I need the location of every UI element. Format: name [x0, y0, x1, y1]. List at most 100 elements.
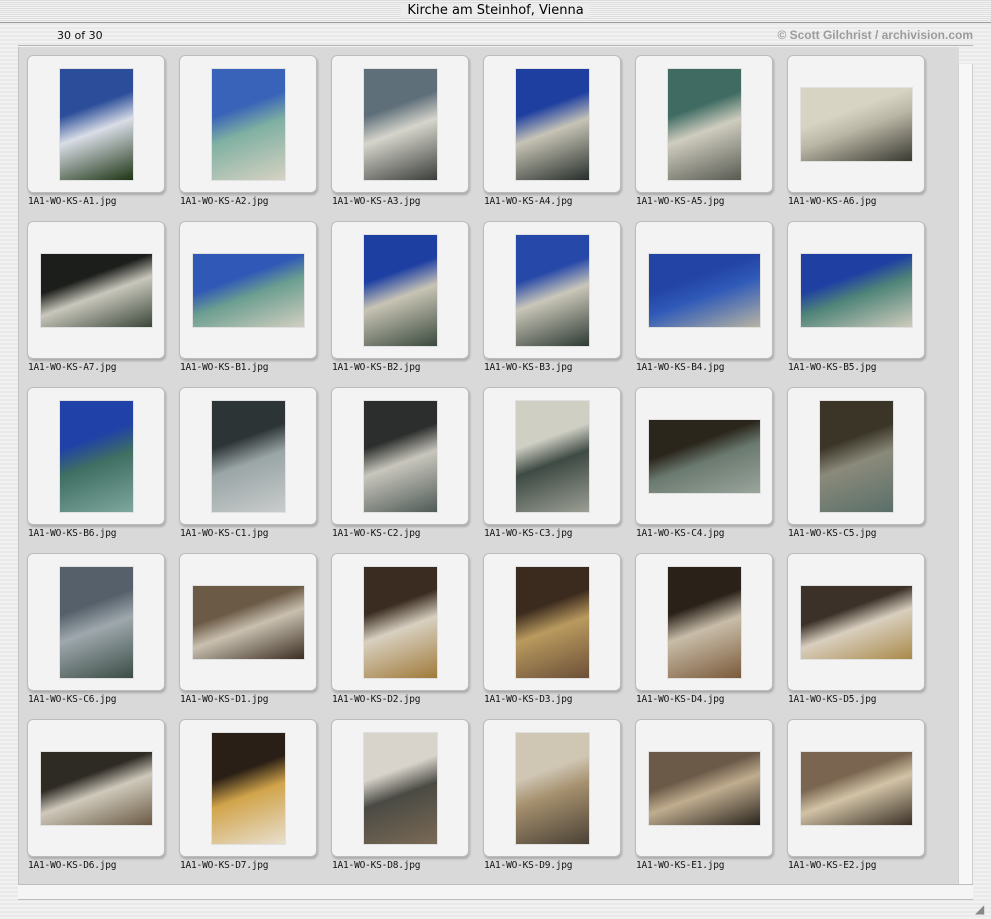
slide-mount[interactable]	[483, 387, 621, 525]
slide-filename: 1A1-WO-KS-D7.jpg	[180, 860, 269, 871]
slide-mount[interactable]	[635, 387, 773, 525]
photo-thumbnail[interactable]	[60, 69, 133, 180]
slide-mount[interactable]	[483, 719, 621, 857]
slide-mount[interactable]	[483, 55, 621, 193]
slide-cell[interactable]: 1A1-WO-KS-D6.jpg	[20, 713, 172, 876]
slide-mount[interactable]	[635, 553, 773, 691]
slide-mount[interactable]	[179, 387, 317, 525]
photo-thumbnail[interactable]	[649, 752, 760, 825]
photo-thumbnail[interactable]	[364, 69, 437, 180]
slide-mount[interactable]	[27, 387, 165, 525]
slide-cell[interactable]: 1A1-WO-KS-D9.jpg	[476, 713, 628, 876]
photo-thumbnail[interactable]	[60, 567, 133, 678]
photo-thumbnail[interactable]	[41, 752, 152, 825]
slide-mount[interactable]	[331, 221, 469, 359]
slide-mount[interactable]	[635, 221, 773, 359]
photo-thumbnail[interactable]	[649, 420, 760, 493]
slide-mount[interactable]	[27, 719, 165, 857]
slide-cell[interactable]: 1A1-WO-KS-A5.jpg	[628, 49, 780, 212]
photo-thumbnail[interactable]	[212, 401, 285, 512]
slide-cell[interactable]: 1A1-WO-KS-B1.jpg	[172, 215, 324, 378]
slide-filename: 1A1-WO-KS-C2.jpg	[332, 528, 421, 539]
slide-filename: 1A1-WO-KS-D5.jpg	[788, 694, 877, 705]
photo-thumbnail[interactable]	[801, 586, 912, 659]
photo-thumbnail[interactable]	[60, 401, 133, 512]
slide-cell[interactable]: 1A1-WO-KS-D3.jpg	[476, 547, 628, 710]
resize-grip-icon[interactable]: ◢	[975, 903, 987, 915]
slide-cell[interactable]: 1A1-WO-KS-A3.jpg	[324, 49, 476, 212]
slide-mount[interactable]	[27, 221, 165, 359]
slide-mount[interactable]	[179, 55, 317, 193]
photo-thumbnail[interactable]	[364, 733, 437, 844]
slide-cell[interactable]: 1A1-WO-KS-B4.jpg	[628, 215, 780, 378]
slide-cell[interactable]: 1A1-WO-KS-A2.jpg	[172, 49, 324, 212]
slide-mount[interactable]	[331, 553, 469, 691]
slide-mount[interactable]	[179, 553, 317, 691]
photo-thumbnail[interactable]	[801, 254, 912, 327]
slide-cell[interactable]: 1A1-WO-KS-D7.jpg	[172, 713, 324, 876]
slide-cell[interactable]: 1A1-WO-KS-B5.jpg	[780, 215, 932, 378]
photo-thumbnail[interactable]	[193, 254, 304, 327]
photo-thumbnail[interactable]	[41, 254, 152, 327]
slide-cell[interactable]: 1A1-WO-KS-A6.jpg	[780, 49, 932, 212]
photo-thumbnail[interactable]	[193, 586, 304, 659]
slide-cell[interactable]: 1A1-WO-KS-D4.jpg	[628, 547, 780, 710]
slide-cell[interactable]: 1A1-WO-KS-A4.jpg	[476, 49, 628, 212]
photo-thumbnail[interactable]	[516, 69, 589, 180]
photo-thumbnail[interactable]	[364, 235, 437, 346]
slide-cell[interactable]: 1A1-WO-KS-C6.jpg	[20, 547, 172, 710]
slide-cell[interactable]: 1A1-WO-KS-C5.jpg	[780, 381, 932, 544]
slide-mount[interactable]	[27, 55, 165, 193]
slide-mount[interactable]	[179, 719, 317, 857]
slide-filename: 1A1-WO-KS-C6.jpg	[28, 694, 117, 705]
photo-thumbnail[interactable]	[516, 567, 589, 678]
photo-thumbnail[interactable]	[801, 88, 912, 161]
slide-mount[interactable]	[483, 553, 621, 691]
slide-mount[interactable]	[331, 387, 469, 525]
slide-cell[interactable]: 1A1-WO-KS-B2.jpg	[324, 215, 476, 378]
vertical-scrollbar[interactable]	[958, 64, 973, 884]
slide-cell[interactable]: 1A1-WO-KS-D8.jpg	[324, 713, 476, 876]
photo-thumbnail[interactable]	[212, 733, 285, 844]
slide-mount[interactable]	[27, 553, 165, 691]
photo-thumbnail[interactable]	[801, 752, 912, 825]
slide-cell[interactable]: 1A1-WO-KS-C2.jpg	[324, 381, 476, 544]
slide-mount[interactable]	[787, 221, 925, 359]
slide-cell[interactable]: 1A1-WO-KS-E1.jpg	[628, 713, 780, 876]
slide-cell[interactable]: 1A1-WO-KS-C4.jpg	[628, 381, 780, 544]
slide-mount[interactable]	[635, 55, 773, 193]
slide-cell[interactable]: 1A1-WO-KS-D2.jpg	[324, 547, 476, 710]
slide-cell[interactable]: 1A1-WO-KS-B6.jpg	[20, 381, 172, 544]
horizontal-scrollbar[interactable]	[18, 884, 973, 900]
slide-mount[interactable]	[483, 221, 621, 359]
photo-thumbnail[interactable]	[668, 567, 741, 678]
slide-cell[interactable]: 1A1-WO-KS-E2.jpg	[780, 713, 932, 876]
slide-mount[interactable]	[331, 55, 469, 193]
slide-cell[interactable]: 1A1-WO-KS-D5.jpg	[780, 547, 932, 710]
photo-thumbnail[interactable]	[668, 69, 741, 180]
slide-mount[interactable]	[787, 719, 925, 857]
slide-mount[interactable]	[787, 55, 925, 193]
slide-cell[interactable]: 1A1-WO-KS-D1.jpg	[172, 547, 324, 710]
slide-cell[interactable]: 1A1-WO-KS-C1.jpg	[172, 381, 324, 544]
slide-mount[interactable]	[635, 719, 773, 857]
photo-thumbnail[interactable]	[364, 401, 437, 512]
slide-mount[interactable]	[787, 387, 925, 525]
slide-cell[interactable]: 1A1-WO-KS-A1.jpg	[20, 49, 172, 212]
photo-thumbnail[interactable]	[649, 254, 760, 327]
slide-cell[interactable]: 1A1-WO-KS-C3.jpg	[476, 381, 628, 544]
slide-mount[interactable]	[787, 553, 925, 691]
photo-thumbnail[interactable]	[820, 401, 893, 512]
photo-thumbnail[interactable]	[516, 401, 589, 512]
photo-thumbnail[interactable]	[212, 69, 285, 180]
slide-filename: 1A1-WO-KS-C4.jpg	[636, 528, 725, 539]
photo-thumbnail[interactable]	[516, 733, 589, 844]
window-titlebar[interactable]: Kirche am Steinhof, Vienna	[0, 0, 991, 23]
slide-mount[interactable]	[179, 221, 317, 359]
slide-mount[interactable]	[331, 719, 469, 857]
photo-thumbnail[interactable]	[516, 235, 589, 346]
slide-cell[interactable]: 1A1-WO-KS-A7.jpg	[20, 215, 172, 378]
photo-thumbnail[interactable]	[364, 567, 437, 678]
slide-cell[interactable]: 1A1-WO-KS-B3.jpg	[476, 215, 628, 378]
slide-filename: 1A1-WO-KS-A2.jpg	[180, 196, 269, 207]
